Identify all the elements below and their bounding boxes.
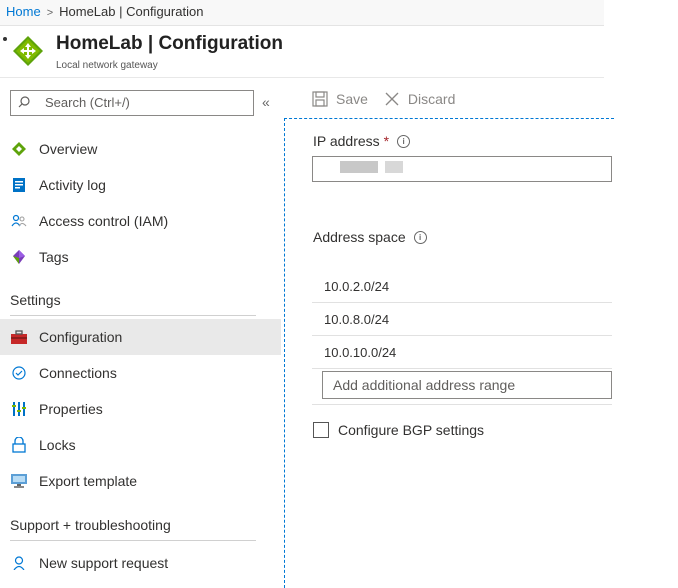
redacted-value <box>340 161 378 173</box>
configure-bgp-label: Configure BGP settings <box>338 422 485 438</box>
activity-log-icon <box>11 177 27 193</box>
breadcrumb-home-link[interactable]: Home <box>6 4 41 19</box>
sidebar-item-label: Properties <box>39 401 103 417</box>
address-space-label-text: Address space <box>313 229 406 245</box>
save-icon <box>312 91 328 107</box>
section-settings: Settings <box>10 292 256 316</box>
search-placeholder: Search (Ctrl+/) <box>45 95 130 110</box>
sidebar-item-label: Activity log <box>39 177 106 193</box>
command-bar: Save Discard <box>312 88 471 110</box>
sidebar-item-activity-log[interactable]: Activity log <box>0 167 281 203</box>
sidebar-item-connections[interactable]: Connections <box>0 355 281 391</box>
sidebar-item-locks[interactable]: Locks <box>0 427 281 463</box>
local-network-gateway-icon <box>13 36 43 66</box>
search-input[interactable]: Search (Ctrl+/) <box>10 90 254 116</box>
ip-address-label: IP address * i <box>313 133 411 149</box>
address-space-label: Address space i <box>313 229 427 245</box>
sidebar-item-label: Overview <box>39 141 98 157</box>
section-support: Support + troubleshooting <box>10 517 256 541</box>
breadcrumb: Home > HomeLab | Configuration <box>0 0 604 26</box>
save-button[interactable]: Save <box>312 91 368 107</box>
export-icon <box>11 473 27 489</box>
diamond-icon <box>11 141 27 157</box>
search-icon <box>18 96 30 108</box>
breadcrumb-current: HomeLab | Configuration <box>59 4 204 19</box>
page-subtitle: Local network gateway <box>56 60 158 71</box>
address-range-row[interactable]: 10.0.8.0/24 <box>312 303 612 336</box>
info-icon[interactable]: i <box>397 134 411 148</box>
lock-icon <box>11 437 27 453</box>
sidebar-item-label: New support request <box>39 555 169 571</box>
ip-address-input[interactable] <box>312 156 612 182</box>
sidebar-item-export-template[interactable]: Export template <box>0 463 281 499</box>
people-icon <box>11 213 27 229</box>
sidebar: Search (Ctrl+/) « Overview Activity log … <box>0 78 281 579</box>
blade-header: HomeLab | Configuration Local network ga… <box>0 27 604 78</box>
info-icon[interactable]: i <box>413 230 427 244</box>
discard-button[interactable]: Discard <box>384 91 455 107</box>
save-label: Save <box>336 91 368 107</box>
breadcrumb-separator-icon: > <box>46 7 54 19</box>
sidebar-item-label: Connections <box>39 365 117 381</box>
page-title: HomeLab | Configuration <box>56 33 283 54</box>
sidebar-item-tags[interactable]: Tags <box>0 239 281 275</box>
sidebar-item-label: Tags <box>39 249 69 265</box>
sidebar-item-access-control[interactable]: Access control (IAM) <box>0 203 281 239</box>
sidebar-item-label: Configuration <box>39 329 123 345</box>
divider <box>312 404 612 405</box>
sidebar-item-label: Export template <box>39 473 138 489</box>
properties-icon <box>11 401 27 417</box>
add-address-range-input[interactable]: Add additional address range <box>322 371 612 399</box>
toolbox-icon <box>11 329 27 345</box>
sidebar-item-label: Access control (IAM) <box>39 213 169 229</box>
person-support-icon <box>11 555 27 571</box>
configure-bgp-checkbox-row[interactable]: Configure BGP settings <box>313 422 484 438</box>
address-range-row[interactable]: 10.0.10.0/24 <box>312 336 612 369</box>
address-range-row[interactable]: 10.0.2.0/24 <box>312 270 612 303</box>
connections-icon <box>11 365 27 381</box>
ip-address-label-text: IP address <box>313 133 380 149</box>
close-icon <box>385 92 399 106</box>
collapse-sidebar-icon[interactable]: « <box>262 94 270 110</box>
configure-bgp-checkbox[interactable] <box>313 422 329 438</box>
sidebar-item-configuration[interactable]: Configuration <box>0 319 281 355</box>
tag-icon <box>11 249 27 265</box>
redacted-value <box>385 161 403 173</box>
sidebar-item-label: Locks <box>39 437 76 453</box>
sidebar-item-properties[interactable]: Properties <box>0 391 281 427</box>
pin-dot-icon <box>3 37 7 41</box>
sidebar-item-overview[interactable]: Overview <box>0 131 281 167</box>
discard-label: Discard <box>407 91 456 107</box>
required-marker: * <box>383 133 390 149</box>
sidebar-item-new-support-request[interactable]: New support request <box>0 545 281 581</box>
